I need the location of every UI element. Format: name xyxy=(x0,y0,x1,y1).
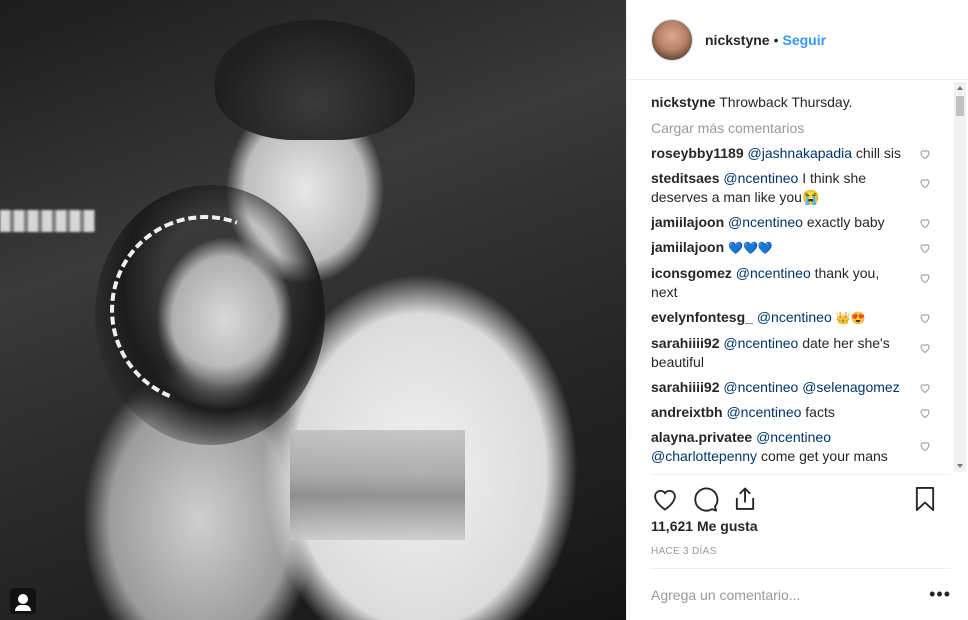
avatar[interactable] xyxy=(651,18,693,61)
comment-username[interactable]: andreixtbh xyxy=(651,404,723,420)
comment-item: sarahiiii92 @ncentineo @selenagomez xyxy=(651,378,937,397)
post-caption: nickstyne Throwback Thursday. xyxy=(651,92,937,112)
comment-mention[interactable]: @jashnakapadia xyxy=(748,145,853,161)
comment-item: andreixtbh @ncentineo facts xyxy=(651,403,937,422)
instagram-post: nickstyne • Seguir nickstyne Throwback T… xyxy=(0,0,968,620)
scrollbar-thumb[interactable] xyxy=(956,96,964,116)
comment-item: jamiilajoon 💙💙💙 xyxy=(651,238,937,258)
comment-text: exactly baby xyxy=(806,214,885,230)
photo-region-shirt-print xyxy=(290,430,465,540)
photo-region-lights xyxy=(0,210,95,232)
heart-icon[interactable] xyxy=(919,148,931,160)
scroll-down-icon[interactable] xyxy=(957,464,963,468)
comment-item: evelynfontesg_ @ncentineo 👑😍 xyxy=(651,308,937,328)
photo-region-man-hair xyxy=(215,20,415,140)
comments-scrollbar[interactable] xyxy=(954,82,966,472)
comment-item: alayna.privatee @ncentineo @charlottepen… xyxy=(651,428,937,466)
comment-username[interactable]: sarahiiii92 xyxy=(651,379,720,395)
comment-mention[interactable]: @ncentineo xyxy=(726,404,801,420)
heart-icon[interactable] xyxy=(919,382,931,394)
caption-username[interactable]: nickstyne xyxy=(651,94,716,110)
comment-item: roseybby1189 @jashnakapadia chill sis xyxy=(651,144,937,163)
comment-mention[interactable]: @ncentineo xyxy=(736,265,811,281)
comment-username[interactable]: jamiilajoon xyxy=(651,239,724,255)
comment-username[interactable]: sarahiiii92 xyxy=(651,335,720,351)
comment-mention[interactable]: @ncentineo xyxy=(723,335,798,351)
scroll-up-icon[interactable] xyxy=(957,86,963,90)
post-side-panel: nickstyne • Seguir nickstyne Throwback T… xyxy=(626,0,968,620)
likes-count[interactable]: 11,621 Me gusta xyxy=(651,518,758,534)
comment-mention[interactable]: @ncentineo xyxy=(757,309,832,325)
comment-username[interactable]: roseybby1189 xyxy=(651,145,744,161)
post-date: HACE 3 DÍAS xyxy=(651,546,717,557)
comment-text: 👑😍 xyxy=(835,311,866,325)
comment-username[interactable]: iconsgomez xyxy=(651,265,732,281)
comment-item: sarahiiii92 @ncentineo date her she's be… xyxy=(651,334,937,372)
comment-item: jamiilajoon @ncentineo exactly baby xyxy=(651,213,937,232)
comment-username[interactable]: evelynfontesg_ xyxy=(651,309,753,325)
comment-mention[interactable]: @ncentineo @selenagomez xyxy=(723,379,899,395)
more-options-icon[interactable]: ••• xyxy=(929,584,951,605)
comment-icon[interactable] xyxy=(691,485,719,513)
comment-input[interactable] xyxy=(651,586,930,603)
comment-username[interactable]: steditsaes xyxy=(651,170,719,186)
comment-username[interactable]: jamiilajoon xyxy=(651,214,724,230)
comment-text: come get your mans xyxy=(760,448,888,464)
comment-username[interactable]: alayna.privatee xyxy=(651,429,752,445)
user-tag-icon[interactable] xyxy=(10,588,36,614)
post-actions xyxy=(651,474,951,522)
heart-icon[interactable] xyxy=(919,242,931,254)
comment-text: facts xyxy=(805,404,835,420)
comment-item: steditsaes @ncentineo I think she deserv… xyxy=(651,169,937,207)
follow-button[interactable]: Seguir xyxy=(783,32,827,48)
share-icon[interactable] xyxy=(731,485,759,513)
comment-mention[interactable]: @ncentineo xyxy=(723,170,798,186)
header-username[interactable]: nickstyne xyxy=(705,32,770,48)
heart-icon[interactable] xyxy=(919,272,931,284)
heart-icon[interactable] xyxy=(919,407,931,419)
heart-icon[interactable] xyxy=(919,342,931,354)
post-photo[interactable] xyxy=(0,0,626,620)
comments-list[interactable]: nickstyne Throwback Thursday. Cargar más… xyxy=(651,92,937,474)
heart-icon[interactable] xyxy=(919,440,931,452)
header-separator: • xyxy=(773,31,779,48)
comment-text: chill sis xyxy=(855,145,902,161)
comment-text: 💙💙💙 xyxy=(728,241,773,255)
heart-icon[interactable] xyxy=(919,177,931,189)
heart-icon[interactable] xyxy=(919,217,931,229)
comment-item: iconsgomez @ncentineo thank you, next xyxy=(651,264,937,302)
load-more-comments-button[interactable]: Cargar más comentarios xyxy=(651,118,937,138)
post-header: nickstyne • Seguir xyxy=(627,0,968,80)
bookmark-icon[interactable] xyxy=(911,485,939,513)
comment-mention[interactable]: @ncentineo xyxy=(728,214,803,230)
heart-icon[interactable] xyxy=(651,485,679,513)
heart-icon[interactable] xyxy=(919,312,931,324)
add-comment-bar: ••• xyxy=(651,568,951,620)
caption-text: Throwback Thursday. xyxy=(719,94,853,110)
